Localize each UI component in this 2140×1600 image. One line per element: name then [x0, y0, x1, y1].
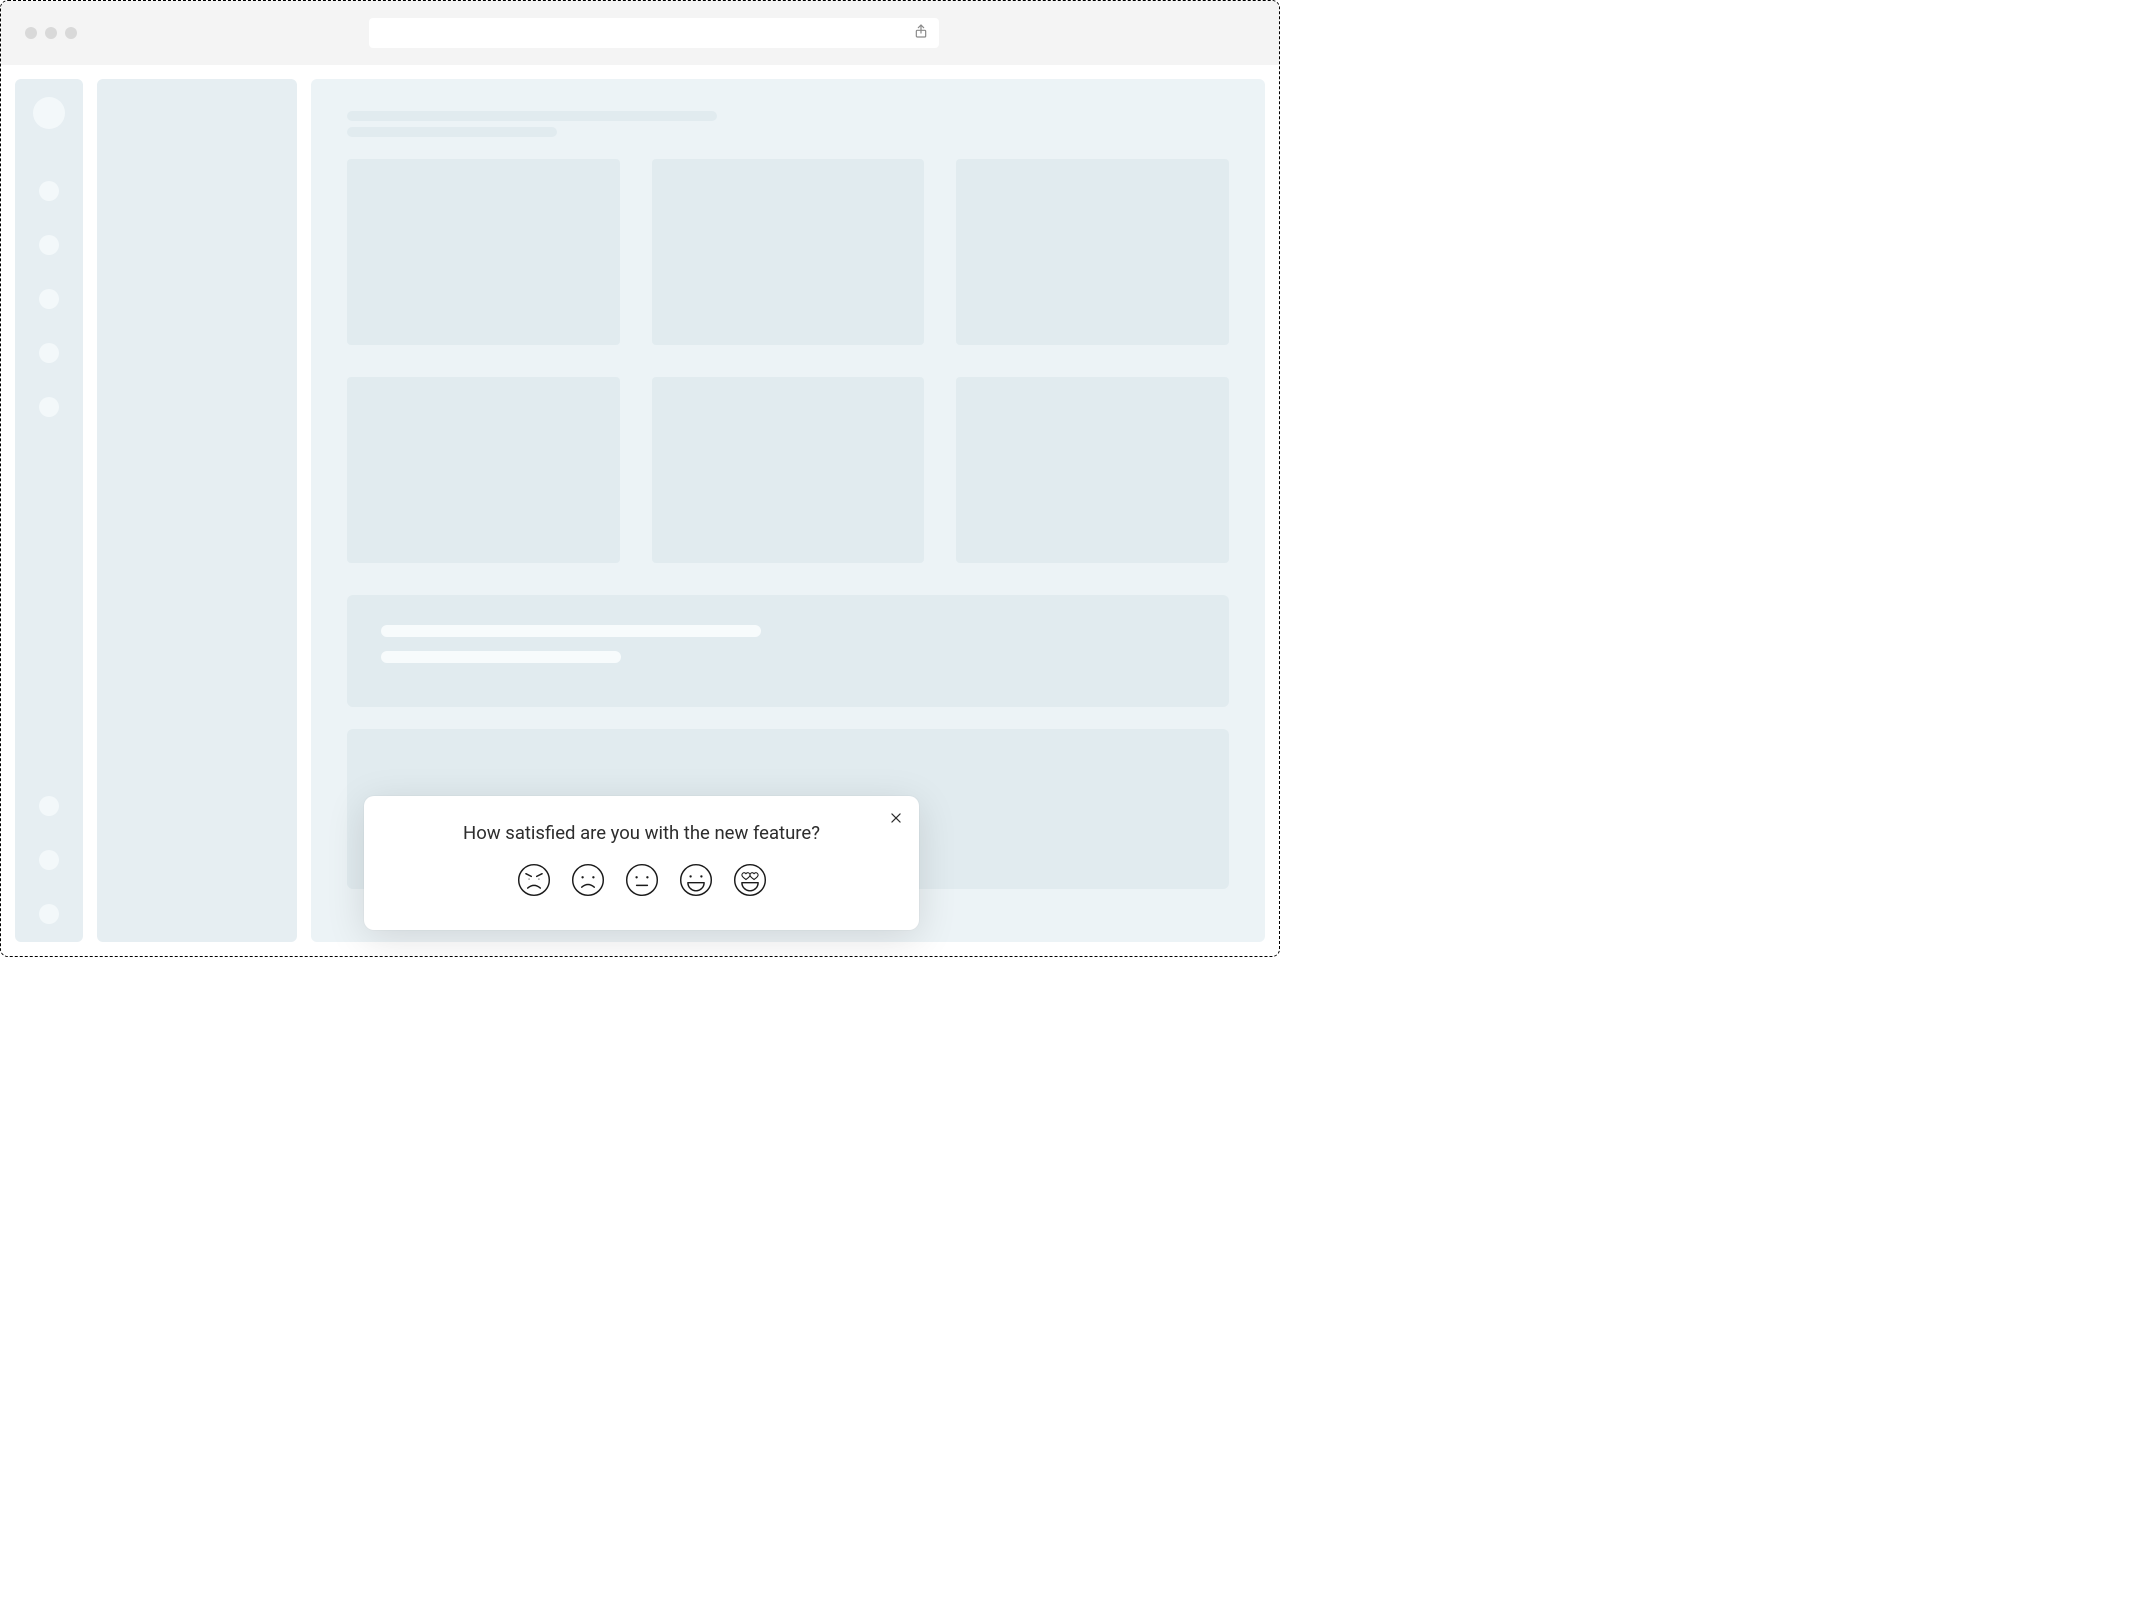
content-card[interactable]	[347, 159, 620, 345]
nav-item[interactable]	[39, 235, 59, 255]
rating-neutral[interactable]	[623, 862, 661, 900]
satisfaction-survey-popup: How satisfied are you with the new featu…	[364, 796, 919, 930]
nav-item[interactable]	[39, 796, 59, 816]
card-grid	[347, 159, 1229, 563]
rating-very-dissatisfied[interactable]	[515, 862, 553, 900]
skeleton-line	[381, 625, 761, 637]
rating-options	[515, 862, 769, 900]
window-maximize-dot[interactable]	[65, 27, 77, 39]
avatar[interactable]	[33, 97, 65, 129]
frown-face-icon	[570, 862, 606, 901]
app-window: How satisfied are you with the new featu…	[0, 0, 1280, 957]
browser-toolbar	[1, 1, 1279, 65]
window-controls	[25, 27, 77, 39]
nav-item[interactable]	[39, 904, 59, 924]
nav-item[interactable]	[39, 850, 59, 870]
close-button[interactable]	[885, 808, 907, 830]
neutral-face-icon	[624, 862, 660, 901]
nav-item[interactable]	[39, 397, 59, 417]
skeleton-line	[347, 111, 717, 121]
skeleton-line	[381, 651, 621, 663]
close-icon	[889, 811, 903, 828]
info-banner	[347, 595, 1229, 707]
survey-question: How satisfied are you with the new featu…	[463, 822, 820, 844]
secondary-sidebar	[97, 79, 297, 942]
nav-item[interactable]	[39, 289, 59, 309]
angry-face-icon	[516, 862, 552, 901]
window-minimize-dot[interactable]	[45, 27, 57, 39]
smile-face-icon	[678, 862, 714, 901]
heading-skeleton	[347, 111, 1229, 137]
skeleton-line	[347, 127, 557, 137]
nav-item[interactable]	[39, 181, 59, 201]
nav-rail	[15, 79, 83, 942]
share-icon[interactable]	[913, 23, 929, 43]
nav-item[interactable]	[39, 343, 59, 363]
content-card[interactable]	[347, 377, 620, 563]
content-card[interactable]	[956, 377, 1229, 563]
rating-satisfied[interactable]	[677, 862, 715, 900]
heart-eyes-face-icon	[732, 862, 768, 901]
content-card[interactable]	[652, 159, 925, 345]
rating-dissatisfied[interactable]	[569, 862, 607, 900]
content-card[interactable]	[652, 377, 925, 563]
rating-very-satisfied[interactable]	[731, 862, 769, 900]
window-close-dot[interactable]	[25, 27, 37, 39]
address-bar[interactable]	[369, 18, 939, 48]
content-card[interactable]	[956, 159, 1229, 345]
